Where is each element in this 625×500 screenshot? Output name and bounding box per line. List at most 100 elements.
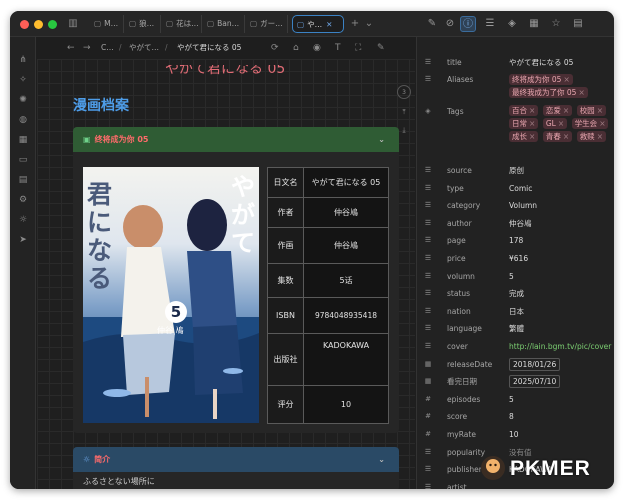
scroll-bottom-icon[interactable]: ⤓ <box>397 123 411 137</box>
sync-icon[interactable]: ⟳ <box>271 41 279 55</box>
close-icon: × <box>599 119 606 128</box>
eye-icon[interactable]: ◉ <box>313 41 321 55</box>
view-header: ← → C… / やがて… / やがて君になる 05 ⟳ ⌂ ◉ T ⛶ ✎ <box>37 37 415 59</box>
tab-1[interactable]: ▢ M… <box>90 15 124 33</box>
property-page[interactable]: ☰ page 178 <box>417 232 614 249</box>
calendar-icon[interactable]: ▤ <box>16 173 30 187</box>
table-row: 日文名 やがて君になる 05 <box>267 167 389 198</box>
sun-icon: ☼ <box>83 455 91 464</box>
list-icon: ☰ <box>424 254 432 262</box>
tab-3[interactable]: ▢ 花は… <box>162 15 202 33</box>
list-icon: ☰ <box>424 236 432 245</box>
property-type[interactable]: ☰ type Comic <box>417 180 614 197</box>
calendar-icon[interactable]: ▦ <box>526 16 542 32</box>
sidebar-toggle-icon[interactable]: ▥ <box>66 17 80 31</box>
date-value[interactable]: 2025/07/10 <box>509 375 561 389</box>
tag-chip[interactable]: 救赎 × <box>576 131 606 142</box>
left-ribbon: ⋔ ✧ ✺ ◍ ▦ ▭ ▤ ⚙ ☼ ➤ <box>10 37 36 489</box>
callout-header[interactable]: ▣ 终将成为你 05 ⌄ <box>73 127 399 152</box>
property-status[interactable]: ☰ status 完成 <box>417 285 614 302</box>
folder-icon[interactable]: ▭ <box>16 153 30 167</box>
tab-2[interactable]: ▢ 狼… <box>125 15 161 33</box>
brush-icon[interactable]: ✎ <box>424 16 440 32</box>
text-icon[interactable]: T <box>335 41 341 55</box>
pencil-icon[interactable]: ✎ <box>377 41 385 55</box>
info-icon[interactable]: ⓘ <box>460 16 476 32</box>
property-aliases[interactable]: ☰ Aliases 终将成为你 05 × 最终我成为了你 05 × <box>417 71 614 101</box>
sparkle-icon[interactable]: ✧ <box>16 73 30 87</box>
breadcrumb-separator-icon: / <box>165 43 168 52</box>
breadcrumb-1[interactable]: C… <box>101 41 114 55</box>
tag-chip[interactable]: 青春 × <box>542 131 573 142</box>
home-icon[interactable]: ⌂ <box>293 41 299 55</box>
graph-icon[interactable]: ⋔ <box>16 53 30 67</box>
cover-vertical-title-right: やがて <box>231 173 255 257</box>
star-icon[interactable]: ☆ <box>548 16 564 32</box>
new-tab-icon[interactable]: + <box>348 17 362 31</box>
focus-icon[interactable]: ⛶ <box>355 41 361 55</box>
tab-4[interactable]: ▢ Ban… <box>203 15 245 33</box>
property-language[interactable]: ☰ language 繁體 <box>417 320 614 337</box>
back-arrow-icon[interactable]: ← <box>67 41 75 55</box>
minimize-window-button[interactable] <box>34 20 43 29</box>
property-score[interactable]: # score 8 <box>417 408 614 425</box>
tag-icon[interactable]: ◈ <box>504 16 520 32</box>
tab-active[interactable]: ▢ や… ✕ <box>292 15 344 33</box>
list-icon: ☰ <box>424 201 432 210</box>
cover-volume-badge: 5 <box>165 301 187 323</box>
tag-chip[interactable]: 恋爱 × <box>542 105 573 116</box>
tag-chip[interactable]: 百合 × <box>509 105 539 116</box>
maximize-window-button[interactable] <box>48 20 57 29</box>
property-tags[interactable]: ◈ Tags 百合 × 恋爱 × 校园 × 日常 × GL × 学生会 × 成长 × 青春 × … <box>417 103 614 159</box>
hash-icon: # <box>425 412 431 421</box>
tag-chip[interactable]: GL × <box>542 118 568 129</box>
close-window-button[interactable] <box>20 20 29 29</box>
forward-arrow-icon[interactable]: → <box>83 41 91 55</box>
palette-icon[interactable]: ✺ <box>16 93 30 107</box>
note-heading: やがて君になる 05 <box>165 65 286 77</box>
property-myrate[interactable]: # myRate 10 <box>417 426 614 443</box>
pkmer-watermark: PKMER <box>476 451 616 487</box>
date-value[interactable]: 2018/01/26 <box>509 357 561 371</box>
property-author[interactable]: ☰ author 仲谷鳰 <box>417 215 614 232</box>
alias-chip[interactable]: 终将成为你 05 × <box>509 74 573 85</box>
globe-icon[interactable]: ◍ <box>16 113 30 127</box>
sun-icon[interactable]: ☼ <box>16 213 30 227</box>
list-icon[interactable]: ☰ <box>482 16 498 32</box>
property-price[interactable]: ☰ price ¥616 <box>417 250 614 267</box>
list-icon: ☰ <box>424 75 432 83</box>
property-releasedate[interactable]: ▦ releaseDate 2018/01/26 <box>417 356 614 373</box>
settings-icon[interactable]: ⚙ <box>16 193 30 207</box>
property-title[interactable]: ☰ title やがて君になる 05 <box>417 54 614 71</box>
breadcrumb-2[interactable]: やがて… <box>129 41 159 55</box>
scroll-top-icon[interactable]: ⤒ <box>397 105 411 119</box>
property-source[interactable]: ☰ source 原创 <box>417 162 614 179</box>
chevron-down-icon[interactable]: ⌄ <box>362 17 376 31</box>
grid-icon[interactable]: ▦ <box>16 133 30 147</box>
property-category[interactable]: ☰ category Volumn <box>417 197 614 214</box>
intro-callout-header[interactable]: ☼ 简介 ⌄ <box>73 447 399 472</box>
property-cover[interactable]: ☰ cover http://lain.bgm.tv/pic/cover <box>417 338 614 355</box>
list-icon: ☰ <box>424 342 432 350</box>
tag-chip[interactable]: 学生会 × <box>571 118 609 129</box>
property-nation[interactable]: ☰ nation 日本 <box>417 303 614 320</box>
book-icon: ▣ <box>83 135 91 144</box>
table-row: ISBN 9784048935418 <box>267 297 389 334</box>
tag-chip[interactable]: 日常 × <box>509 118 539 129</box>
tag-chip[interactable]: 成长 × <box>509 131 539 142</box>
sidebar-right-icon[interactable]: ▤ <box>570 16 586 32</box>
file-icon: ▢ <box>94 19 102 28</box>
link-icon[interactable]: ⊘ <box>442 16 458 32</box>
tag-chip[interactable]: 校园 × <box>576 105 606 116</box>
table-row: 出版社 KADOKAWA <box>267 333 389 386</box>
close-tab-icon[interactable]: ✕ <box>326 20 332 29</box>
tab-5[interactable]: ▢ ガー… <box>246 15 288 33</box>
chevron-down-icon[interactable]: ⌄ <box>378 447 385 472</box>
alias-chip[interactable]: 最终我成为了你 05 × <box>509 87 588 98</box>
property-volumn[interactable]: ☰ volumn 5 <box>417 268 614 285</box>
chevron-down-icon[interactable]: ⌄ <box>378 127 385 152</box>
property-row[interactable]: ▦ 看完日期 2025/07/10 <box>417 373 614 390</box>
property-episodes[interactable]: # episodes 5 <box>417 391 614 408</box>
send-icon[interactable]: ➤ <box>16 233 30 247</box>
breadcrumb-current: やがて君になる 05 <box>177 43 242 52</box>
